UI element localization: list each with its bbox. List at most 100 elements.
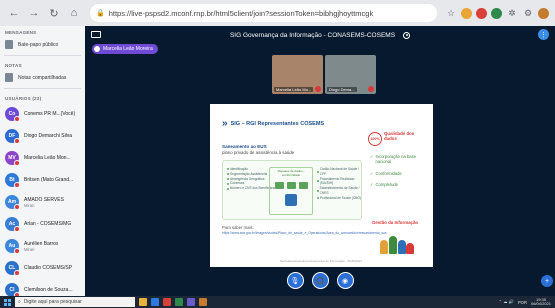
public-chat-link[interactable]: Bate-papo público: [0, 37, 85, 52]
user-list-item[interactable]: Au Aurélien Barros Mirari: [0, 235, 85, 257]
star-icon[interactable]: ☆: [445, 8, 457, 19]
session-title: SIG Governança da Informação - CONASEMS-…: [229, 31, 396, 39]
footer-label: Para saber mais:: [222, 225, 254, 230]
user-list-item[interactable]: Ac Arlan - COSEMS/MG: [0, 213, 85, 235]
mail-icon[interactable]: [151, 298, 159, 306]
presenter-indicator: Marcelia Leão Moreira: [92, 44, 158, 54]
user-list-item[interactable]: DF Diogo Demarchi Silva: [0, 125, 85, 147]
people-illustration: [380, 228, 414, 254]
session-header: SIG Governança da Informação - CONASEMS-…: [85, 26, 555, 44]
flow-item: Profissional de Saúde (CBO): [317, 196, 361, 201]
shared-notes-label: Notas compartilhadas: [18, 74, 67, 81]
app-icon[interactable]: [187, 298, 195, 306]
data-boxes: [270, 182, 312, 189]
quality-title: Qualidade dos dados: [384, 131, 415, 142]
extensions-icon[interactable]: ✲: [506, 8, 518, 19]
taskbar-search[interactable]: ⌕ Digite aqui para pesquisar: [15, 297, 135, 307]
profile-icon[interactable]: [538, 7, 549, 19]
headphones-icon[interactable]: 🎧: [311, 272, 329, 289]
tray-icons[interactable]: ⌃ ☁ 🔊: [499, 299, 514, 305]
check-icon: ✓: [370, 154, 374, 159]
extension-icon[interactable]: [461, 7, 472, 19]
search-placeholder: Digite aqui para pesquisar: [23, 299, 82, 305]
avatar: CL: [5, 261, 20, 276]
quality-item: ✓ Completude: [370, 182, 428, 187]
management-label: Gestão da Informação: [372, 220, 419, 225]
mic-muted-icon: [14, 204, 20, 210]
slide-subtitle-2: plano privado de assistência à saúde: [222, 150, 295, 155]
users-header: USUÁRIOS (23): [5, 96, 42, 101]
slide-header: » SIG – RGI Representantes COSEMS: [222, 118, 324, 129]
user-list-item[interactable]: CL Claudio COSEMS/SP: [0, 257, 85, 279]
user-list-item[interactable]: CI Clemilson de Souza...: [0, 279, 85, 296]
user-name: Conems PR M...(Você): [24, 111, 76, 117]
flow-center: Repasse de dados - conformidade: [269, 167, 313, 215]
file-explorer-icon[interactable]: [139, 298, 147, 306]
user-name: Claudio COSEMS/SP: [24, 265, 73, 271]
back-icon[interactable]: ←: [6, 5, 22, 21]
media-controls: 🎙 🎧 ◉: [85, 272, 555, 292]
search-icon: ⌕: [18, 299, 21, 305]
messages-header: MENSAGENS: [5, 30, 37, 35]
lock-icon: 🔒: [96, 10, 105, 17]
presenter-name: Marcelia Leão Moreira: [103, 46, 153, 52]
main-area: SIG Governança da Informação - CONASEMS-…: [85, 26, 555, 296]
mic-muted-icon: [14, 138, 20, 144]
user-name: Britsen (Mato Grand...: [24, 177, 74, 183]
clock[interactable]: 19:35 06/04/2021: [531, 297, 551, 307]
camera-icon[interactable]: ◉: [336, 272, 354, 289]
system-tray: ⌃ ☁ 🔊 POR 19:35 06/04/2021: [499, 297, 551, 307]
options-icon[interactable]: ⋮: [538, 29, 549, 40]
mic-muted-icon: [14, 248, 20, 254]
user-list-item[interactable]: Co Conems PR M...(Você): [0, 103, 85, 125]
windows-start-icon[interactable]: [4, 298, 11, 306]
actions-icon[interactable]: +: [541, 275, 553, 287]
footer-link: https://www.ans.gov.br/images/stories/Pl…: [222, 231, 387, 235]
app-icon[interactable]: [163, 298, 171, 306]
quality-item: ✓ Conformidade: [370, 171, 428, 176]
reload-icon[interactable]: ↻: [46, 5, 62, 21]
webcam-tile[interactable]: Marcelia Leão Mo...: [272, 55, 323, 94]
language-indicator[interactable]: POR: [518, 300, 527, 305]
shared-notes-link[interactable]: Notas compartilhadas: [0, 70, 85, 85]
settings-icon[interactable]: ⚙: [522, 8, 534, 19]
check-icon: ✓: [370, 181, 374, 187]
slide-subtitle: Saneamento ao EUS: [222, 144, 267, 149]
avatar: Bt: [5, 173, 20, 188]
quality-badge: 100%: [368, 132, 382, 146]
user-role: Mirari: [24, 202, 35, 208]
avatar: Am: [5, 195, 20, 210]
extension-icon[interactable]: [476, 7, 487, 19]
user-list-item[interactable]: MV Marcelia Leão Mon...: [0, 147, 85, 169]
flow-item: Estabelecimento de Saúde / CNES: [317, 186, 361, 196]
browser-toolbar: ← → ↻ ⌂ 🔒 https://live-pspsd2.mconf.rnp.…: [0, 0, 555, 26]
flow-item: Procedimento Realizado (SIA/SIH): [317, 177, 361, 187]
avatar: DF: [5, 129, 20, 144]
chrome-icon[interactable]: [175, 298, 183, 306]
avatar: Ac: [5, 217, 20, 232]
flow-item: Cartão Nacional de Saúde / CPF: [317, 167, 361, 177]
webcam-label: Diogo Dema...: [327, 87, 357, 92]
shield-icon: [285, 194, 297, 206]
webcam-tile[interactable]: Diogo Dema...: [325, 55, 376, 94]
notes-header: NOTAS: [5, 63, 22, 68]
sidebar: MENSAGENS Bate-papo público NOTAS Notas …: [0, 26, 85, 296]
chat-icon: [5, 40, 13, 49]
avatar: CI: [5, 283, 20, 296]
app-icon[interactable]: [199, 298, 207, 306]
extension-icon[interactable]: [491, 7, 502, 19]
check-icon: ✓: [370, 170, 374, 176]
flow-right-list: Cartão Nacional de Saúde / CPF Procedimen…: [317, 167, 361, 201]
microphone-icon: [94, 46, 100, 52]
record-icon[interactable]: [403, 31, 411, 39]
user-list-item[interactable]: Bt Britsen (Mato Grand...: [0, 169, 85, 191]
forward-icon[interactable]: →: [26, 5, 42, 21]
user-list-item[interactable]: Am AMADO SERVES Mirari: [0, 191, 85, 213]
flow-center-header: Repasse de dados - conformidade: [277, 169, 305, 177]
address-bar[interactable]: 🔒 https://live-pspsd2.mconf.rnp.br/html5…: [90, 4, 437, 22]
quality-list: ✓ Incorporação na base nacional ✓ Conformid…: [370, 154, 428, 193]
presentation-slide: » SIG – RGI Representantes COSEMS Saneam…: [210, 104, 433, 267]
home-icon[interactable]: ⌂: [66, 5, 82, 21]
microphone-icon[interactable]: 🎙: [286, 272, 304, 289]
mic-muted-icon: [315, 86, 321, 92]
